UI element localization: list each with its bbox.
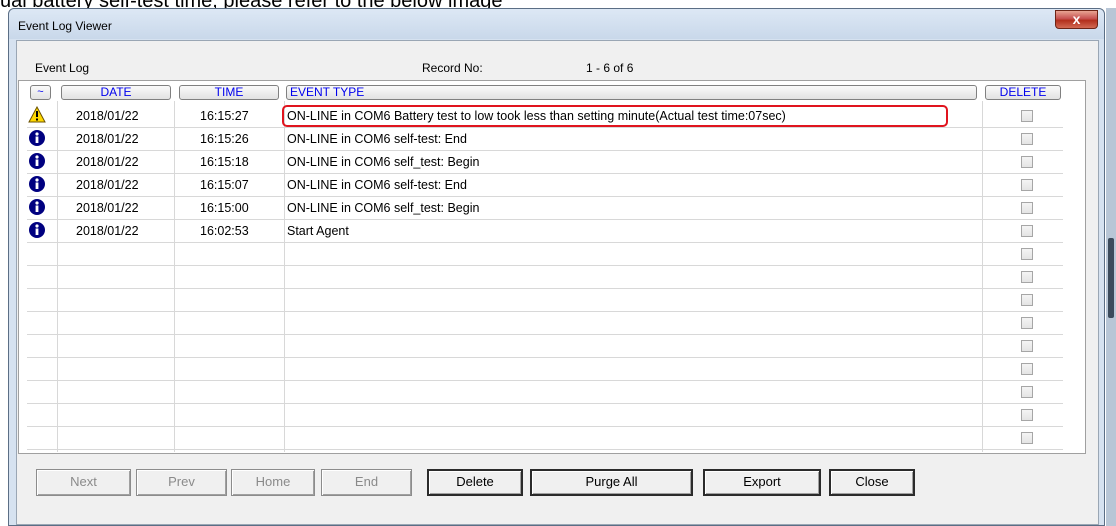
event-type: ON-LINE in COM6 self_test: Begin bbox=[287, 201, 480, 215]
delete-checkbox[interactable] bbox=[1021, 271, 1033, 283]
event-type: ON-LINE in COM6 self-test: End bbox=[287, 132, 467, 146]
event-time: 16:02:53 bbox=[200, 224, 249, 238]
background-scroll-thumb[interactable] bbox=[1108, 238, 1114, 318]
table-row[interactable] bbox=[27, 266, 1063, 289]
table-row[interactable] bbox=[27, 358, 1063, 381]
table-row[interactable] bbox=[27, 404, 1063, 427]
close-button[interactable]: Close bbox=[829, 469, 915, 496]
purge-all-button[interactable]: Purge All bbox=[530, 469, 693, 496]
background-scrollbar[interactable] bbox=[1106, 8, 1116, 526]
event-log-label: Event Log bbox=[35, 61, 90, 75]
event-time: 16:15:27 bbox=[200, 109, 249, 123]
event-type: ON-LINE in COM6 self_test: Begin bbox=[287, 155, 480, 169]
record-range: 1 - 6 of 6 bbox=[586, 61, 634, 75]
info-icon bbox=[28, 221, 46, 239]
delete-button[interactable]: Delete bbox=[427, 469, 523, 496]
info-icon bbox=[28, 175, 46, 193]
table-row[interactable]: 2018/01/22 16:15:00 ON-LINE in COM6 self_t… bbox=[27, 197, 1063, 220]
end-button[interactable]: End bbox=[321, 469, 412, 496]
table-row[interactable] bbox=[27, 427, 1063, 450]
window-title: Event Log Viewer bbox=[18, 19, 112, 33]
event-type: Start Agent bbox=[287, 224, 349, 238]
delete-checkbox[interactable] bbox=[1021, 340, 1033, 352]
event-date: 2018/01/22 bbox=[76, 178, 139, 192]
event-date: 2018/01/22 bbox=[76, 224, 139, 238]
table-row[interactable]: 2018/01/22 16:15:18 ON-LINE in COM6 self_t… bbox=[27, 151, 1063, 174]
window-close-button[interactable]: x bbox=[1055, 10, 1098, 29]
next-button[interactable]: Next bbox=[36, 469, 131, 496]
delete-checkbox[interactable] bbox=[1021, 294, 1033, 306]
title-bar[interactable]: Event Log Viewer x bbox=[9, 9, 1104, 39]
event-time: 16:15:00 bbox=[200, 201, 249, 215]
table-row[interactable] bbox=[27, 335, 1063, 358]
warning-icon bbox=[28, 105, 46, 124]
column-header-event-type[interactable]: EVENT TYPE bbox=[286, 85, 977, 100]
delete-checkbox[interactable] bbox=[1021, 156, 1033, 168]
info-icon bbox=[28, 152, 46, 170]
column-header-icon[interactable]: ~ bbox=[30, 85, 51, 100]
home-button[interactable]: Home bbox=[231, 469, 315, 496]
event-time: 16:15:18 bbox=[200, 155, 249, 169]
delete-checkbox[interactable] bbox=[1021, 133, 1033, 145]
info-icon bbox=[28, 198, 46, 216]
event-date: 2018/01/22 bbox=[76, 132, 139, 146]
table-row[interactable]: 2018/01/22 16:02:53 Start Agent bbox=[27, 220, 1063, 243]
delete-checkbox[interactable] bbox=[1021, 110, 1033, 122]
event-time: 16:15:26 bbox=[200, 132, 249, 146]
prev-button[interactable]: Prev bbox=[136, 469, 227, 496]
delete-checkbox[interactable] bbox=[1021, 202, 1033, 214]
delete-checkbox[interactable] bbox=[1021, 386, 1033, 398]
table-row[interactable] bbox=[27, 289, 1063, 312]
event-date: 2018/01/22 bbox=[76, 155, 139, 169]
delete-checkbox[interactable] bbox=[1021, 317, 1033, 329]
table-row[interactable] bbox=[27, 381, 1063, 404]
column-header-date[interactable]: DATE bbox=[61, 85, 171, 100]
event-date: 2018/01/22 bbox=[76, 109, 139, 123]
column-header-time[interactable]: TIME bbox=[179, 85, 279, 100]
table-row[interactable] bbox=[27, 243, 1063, 266]
column-header-delete[interactable]: DELETE bbox=[985, 85, 1061, 100]
delete-checkbox[interactable] bbox=[1021, 432, 1033, 444]
delete-checkbox[interactable] bbox=[1021, 248, 1033, 260]
table-row[interactable]: 2018/01/22 16:15:07 ON-LINE in COM6 self-t… bbox=[27, 174, 1063, 197]
info-icon bbox=[28, 129, 46, 147]
record-no-label: Record No: bbox=[422, 61, 483, 75]
highlight-annotation bbox=[282, 105, 948, 127]
delete-checkbox[interactable] bbox=[1021, 409, 1033, 421]
delete-checkbox[interactable] bbox=[1021, 363, 1033, 375]
delete-checkbox[interactable] bbox=[1021, 225, 1033, 237]
delete-checkbox[interactable] bbox=[1021, 179, 1033, 191]
event-date: 2018/01/22 bbox=[76, 201, 139, 215]
event-time: 16:15:07 bbox=[200, 178, 249, 192]
event-type: ON-LINE in COM6 self-test: End bbox=[287, 178, 467, 192]
export-button[interactable]: Export bbox=[703, 469, 821, 496]
table-row[interactable]: 2018/01/22 16:15:26 ON-LINE in COM6 self-t… bbox=[27, 128, 1063, 151]
table-row[interactable] bbox=[27, 312, 1063, 335]
